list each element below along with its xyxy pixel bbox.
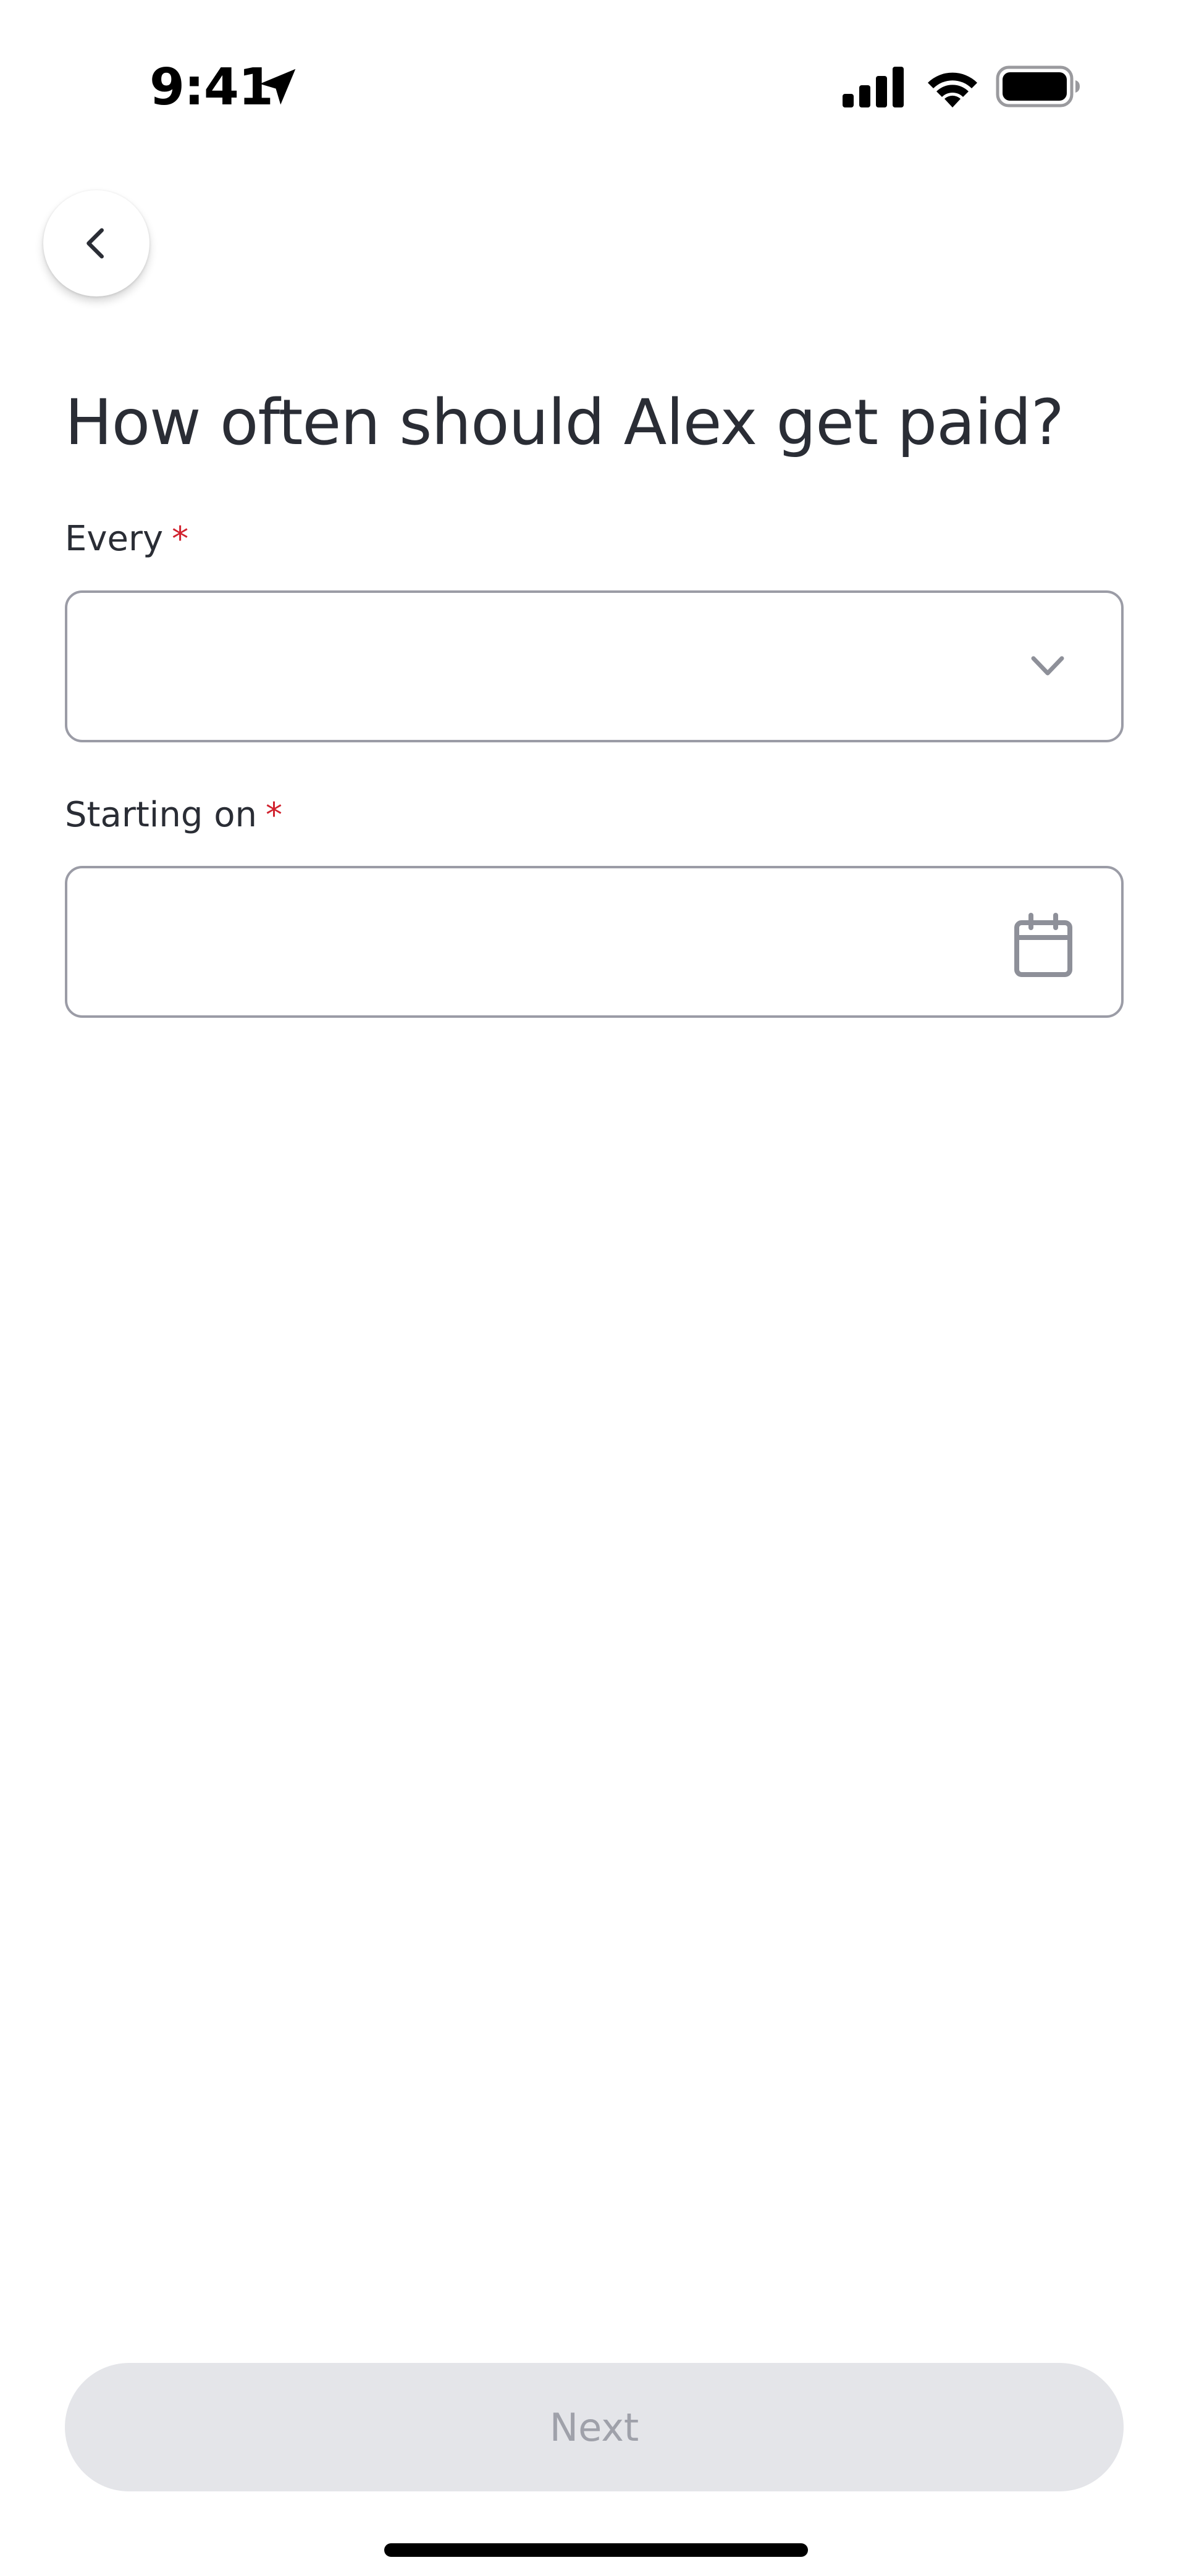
battery-icon	[996, 65, 1080, 107]
starting-on-label: Starting on *	[65, 794, 282, 837]
every-label-text: Every	[65, 519, 164, 559]
starting-on-date-field[interactable]	[65, 866, 1124, 1018]
required-marker: *	[265, 795, 282, 834]
chevron-down-icon	[1031, 656, 1064, 676]
chevron-left-icon	[86, 228, 104, 259]
location-arrow-icon	[259, 69, 296, 105]
wifi-icon	[928, 72, 977, 107]
required-marker: *	[172, 519, 189, 558]
starting-on-label-text: Starting on	[65, 795, 257, 835]
home-indicator	[384, 2543, 808, 2557]
next-button[interactable]: Next	[65, 2363, 1124, 2491]
every-select[interactable]	[65, 590, 1124, 742]
page-title: How often should Alex get paid?	[65, 386, 1064, 459]
cellular-signal-icon	[843, 67, 904, 107]
every-label: Every *	[65, 518, 188, 561]
status-bar: 9:41	[0, 0, 1186, 173]
calendar-icon	[1014, 913, 1072, 977]
back-button[interactable]	[43, 190, 149, 296]
